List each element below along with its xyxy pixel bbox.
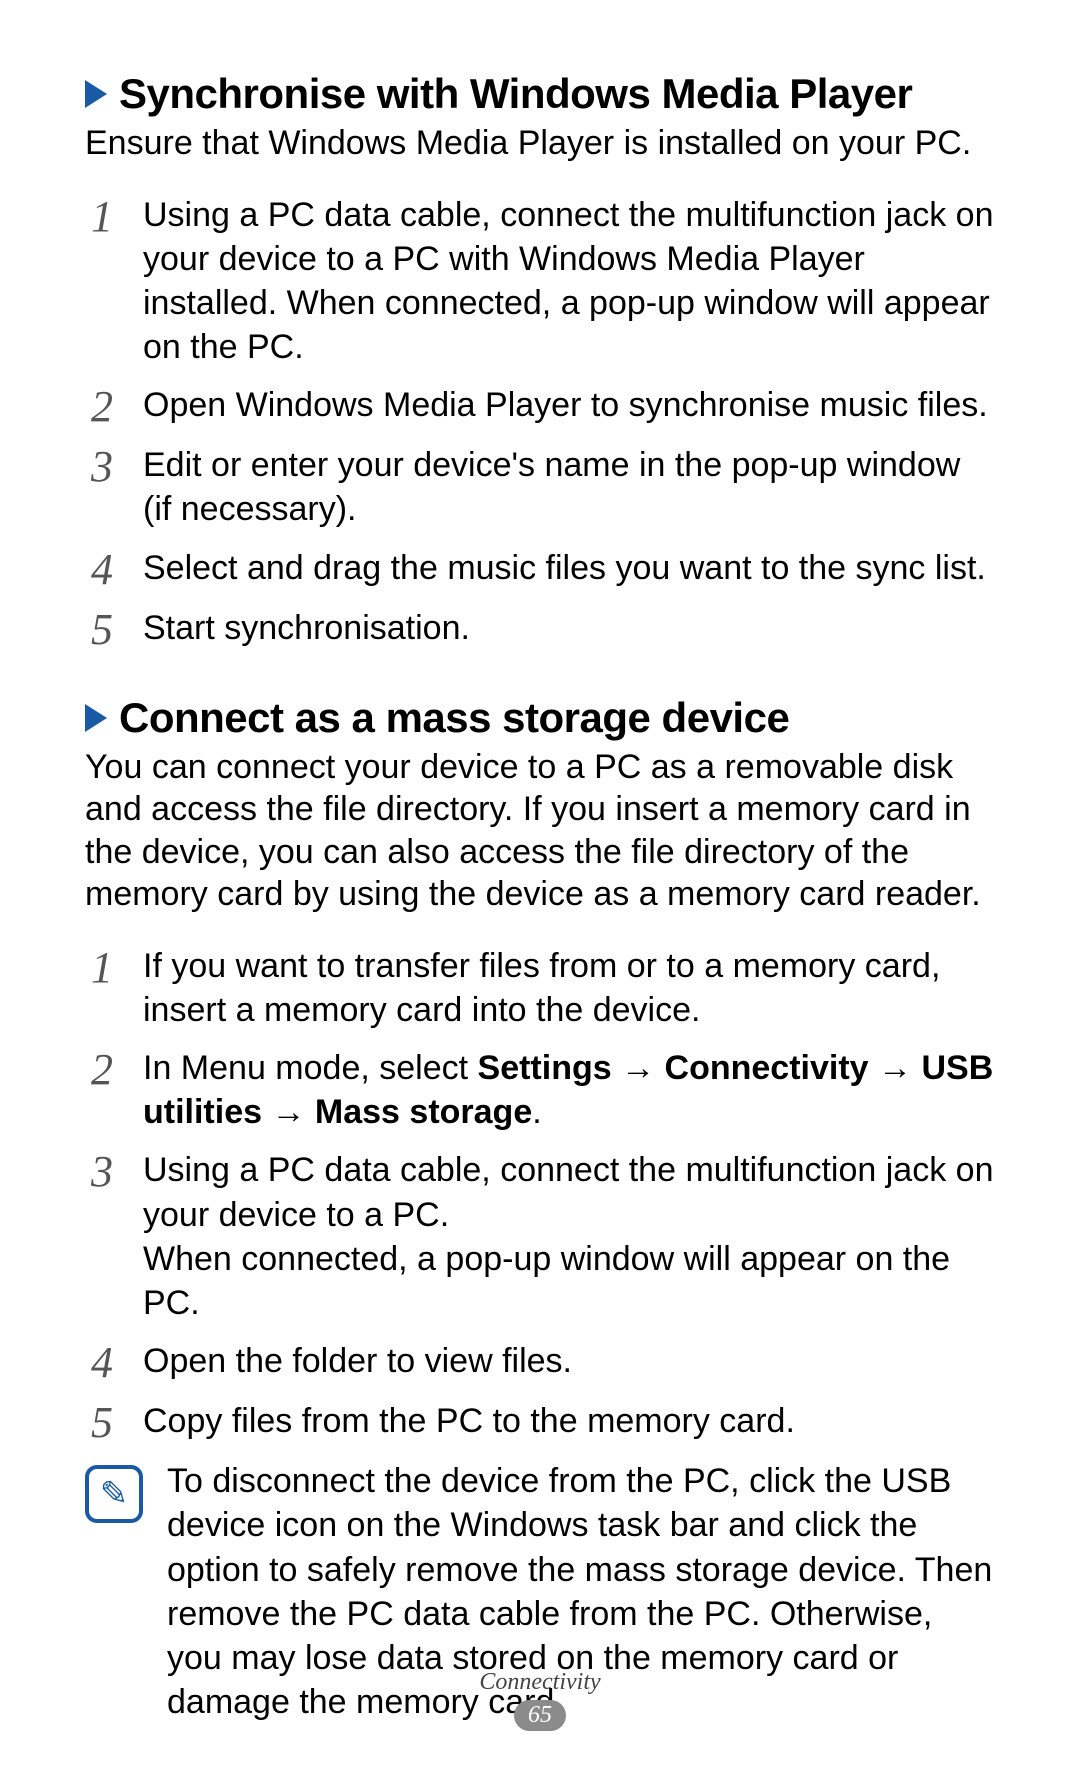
step-number: 2 [85,385,119,429]
section-2-intro: You can connect your device to a PC as a… [85,746,995,916]
step-text-post: . [532,1093,541,1131]
step-number: 4 [85,1341,119,1385]
step-text: Edit or enter your device's name in the … [143,443,995,531]
step-item: 4 Open the folder to view files. [85,1339,995,1385]
step-item: 1 If you want to transfer files from or … [85,944,995,1032]
step-number: 2 [85,1048,119,1092]
section-1-intro: Ensure that Windows Media Player is inst… [85,122,995,165]
step-text: Select and drag the music files you want… [143,546,995,590]
chevron-right-icon [85,80,107,108]
section-1-title: Synchronise with Windows Media Player [119,70,912,118]
step-text: Open the folder to view files. [143,1339,995,1383]
step-text: In Menu mode, select Settings → Connecti… [143,1046,995,1134]
step-number: 1 [85,946,119,990]
step-text: Using a PC data cable, connect the multi… [143,1148,995,1325]
step-item: 1 Using a PC data cable, connect the mul… [85,193,995,370]
step-item: 5 Copy files from the PC to the memory c… [85,1399,995,1445]
section-2-title: Connect as a mass storage device [119,694,789,742]
section-2-heading: Connect as a mass storage device [85,694,995,742]
manual-page: Synchronise with Windows Media Player En… [0,0,1080,1771]
step-item: 3 Edit or enter your device's name in th… [85,443,995,531]
step-text: If you want to transfer files from or to… [143,944,995,1032]
step-item: 3 Using a PC data cable, connect the mul… [85,1148,995,1325]
section-1-steps: 1 Using a PC data cable, connect the mul… [85,193,995,652]
step-number: 3 [85,1150,119,1194]
step-number: 5 [85,1401,119,1445]
step-item: 5 Start synchronisation. [85,606,995,652]
section-2-steps: 1 If you want to transfer files from or … [85,944,995,1446]
chevron-right-icon [85,704,107,732]
step-text: Open Windows Media Player to synchronise… [143,383,995,427]
footer-section-name: Connectivity [0,1669,1080,1696]
note-icon: ✎ [85,1465,143,1523]
step-text: Start synchronisation. [143,606,995,650]
step-number: 4 [85,548,119,592]
step-item: 2 In Menu mode, select Settings → Connec… [85,1046,995,1134]
pencil-note-icon: ✎ [100,1477,129,1511]
step-item: 4 Select and drag the music files you wa… [85,546,995,592]
step-text: Copy files from the PC to the memory car… [143,1399,995,1443]
step-number: 3 [85,445,119,489]
step-number: 5 [85,608,119,652]
step-text: Using a PC data cable, connect the multi… [143,193,995,370]
step-item: 2 Open Windows Media Player to synchroni… [85,383,995,429]
step-number: 1 [85,195,119,239]
page-footer: Connectivity 65 [0,1669,1080,1731]
page-number-badge: 65 [514,1700,566,1731]
step-text-pre: In Menu mode, select [143,1049,478,1087]
section-1-heading: Synchronise with Windows Media Player [85,70,995,118]
